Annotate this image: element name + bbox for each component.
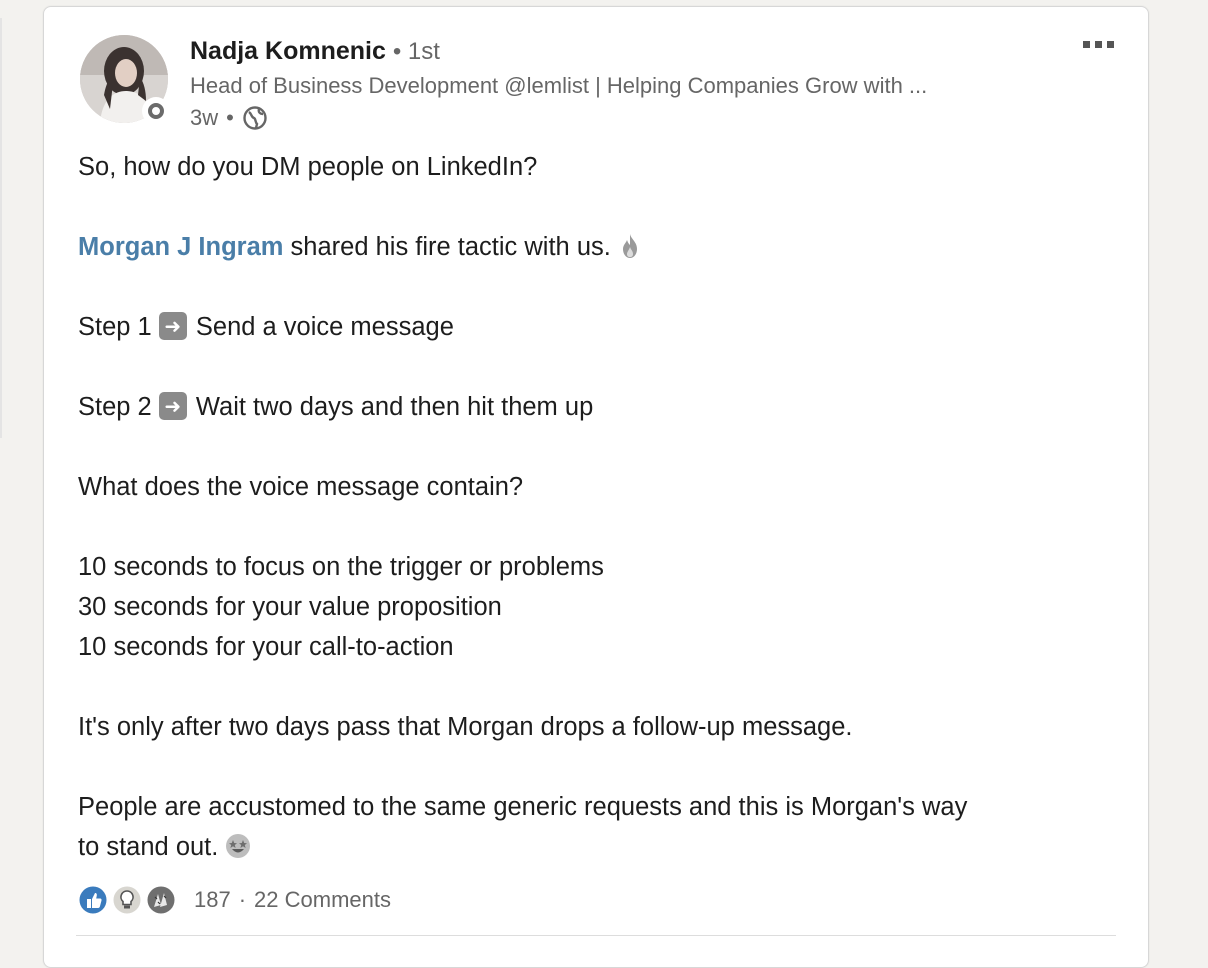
more-options-button[interactable] xyxy=(1083,41,1114,48)
globe-icon xyxy=(243,106,267,130)
post-line: 30 seconds for your value proposition xyxy=(78,593,502,621)
post-line: Step 1 Send a voice message xyxy=(78,307,1118,347)
celebrate-icon xyxy=(146,885,176,915)
right-arrow-icon xyxy=(158,312,187,340)
status-ring-icon xyxy=(142,97,170,125)
reaction-icons[interactable] xyxy=(78,885,180,915)
post-text: shared his fire tactic with us. xyxy=(283,233,618,261)
fire-icon xyxy=(622,234,637,258)
post-text: to stand out. xyxy=(78,833,226,861)
step-text: Send a voice message xyxy=(188,313,454,341)
more-horizontal-icon xyxy=(1083,41,1090,48)
feed-post-card: Nadja Komnenic • 1st Head of Business De… xyxy=(43,6,1149,968)
meta-separator: • xyxy=(226,105,234,130)
post-line: to stand out. xyxy=(78,827,1118,867)
post-line: So, how do you DM people on LinkedIn? xyxy=(78,153,538,181)
step-text: Wait two days and then hit them up xyxy=(188,393,594,421)
count-separator: · xyxy=(238,887,247,912)
post-line: Step 2 Wait two days and then hit them u… xyxy=(78,387,1118,427)
mention-link[interactable]: Morgan J Ingram xyxy=(78,233,283,261)
background-divider xyxy=(0,18,2,438)
post-line: It's only after two days pass that Morga… xyxy=(78,713,853,741)
post-time[interactable]: 3w xyxy=(190,105,218,131)
star-struck-face-icon xyxy=(226,834,251,858)
post-line: Morgan J Ingram shared his fire tactic w… xyxy=(78,227,1118,267)
right-arrow-icon xyxy=(158,392,187,420)
insightful-icon xyxy=(112,885,142,915)
post-line: 10 seconds to focus on the trigger or pr… xyxy=(78,553,604,581)
post-line: 10 seconds for your call-to-action xyxy=(78,633,454,661)
actions-divider xyxy=(76,935,1116,936)
post-line: What does the voice message contain? xyxy=(78,473,524,501)
step-label: Step 1 xyxy=(78,313,159,341)
comments-count-link[interactable]: 22 Comments xyxy=(254,887,391,913)
reaction-count[interactable]: 187 xyxy=(194,887,231,913)
author-avatar-wrapper[interactable] xyxy=(80,35,170,125)
author-headline: Head of Business Development @lemlist | … xyxy=(190,73,928,98)
post-body: So, how do you DM people on LinkedIn? Mo… xyxy=(78,147,1118,867)
like-icon xyxy=(78,885,108,915)
post-line: People are accustomed to the same generi… xyxy=(78,793,968,821)
author-line: Nadja Komnenic • 1st xyxy=(190,37,440,66)
connection-degree: • 1st xyxy=(392,38,440,65)
post-meta: 3w • xyxy=(190,105,268,131)
social-counts: 187 · 22 Comments xyxy=(78,885,391,915)
author-name[interactable]: Nadja Komnenic xyxy=(190,37,386,65)
step-label: Step 2 xyxy=(78,393,159,421)
